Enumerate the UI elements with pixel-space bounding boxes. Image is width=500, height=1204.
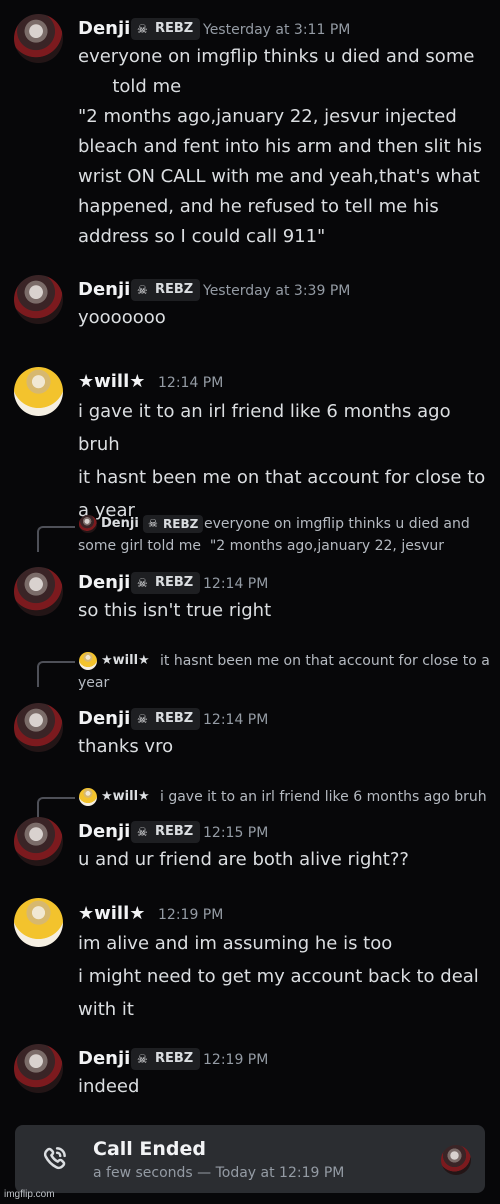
server-tag[interactable]: ☠ REBZ bbox=[131, 1048, 201, 1070]
timestamp[interactable]: 12:15 PM bbox=[203, 825, 268, 841]
username[interactable]: ★will★ bbox=[78, 903, 145, 924]
server-tag-label: REBZ bbox=[155, 282, 194, 297]
skull-icon: ☠ bbox=[137, 283, 148, 297]
reply-spine bbox=[37, 526, 75, 552]
avatar[interactable] bbox=[14, 703, 63, 752]
server-tag[interactable]: ☠ REBZ bbox=[131, 572, 201, 594]
reply-text[interactable]: it hasnt been me on that account for clo… bbox=[78, 650, 490, 694]
username[interactable]: Denji bbox=[78, 279, 130, 300]
message-text: everyone on imgflip thinks u died and so… bbox=[78, 46, 483, 247]
reply-spine bbox=[37, 797, 75, 817]
timestamp[interactable]: Yesterday at 3:39 PM bbox=[203, 283, 350, 299]
server-tag-label: REBZ bbox=[155, 21, 194, 36]
message-text: yooooooo bbox=[78, 307, 166, 328]
timestamp[interactable]: Yesterday at 3:11 PM bbox=[203, 22, 350, 38]
timestamp[interactable]: 12:19 PM bbox=[158, 907, 223, 923]
avatar[interactable] bbox=[14, 898, 63, 947]
skull-icon: ☠ bbox=[137, 1052, 148, 1066]
username[interactable]: Denji bbox=[78, 1048, 130, 1069]
reply-text[interactable]: i gave it to an irl friend like 6 months… bbox=[160, 786, 487, 808]
call-ended-card[interactable]: Call Ended a few seconds — Today at 12:1… bbox=[15, 1125, 485, 1193]
skull-icon: ☠ bbox=[137, 576, 148, 590]
skull-icon: ☠ bbox=[137, 825, 148, 839]
avatar[interactable] bbox=[14, 275, 63, 324]
server-tag[interactable]: ☠ REBZ bbox=[131, 821, 201, 843]
call-title: Call Ended bbox=[93, 1138, 206, 1160]
username[interactable]: Denji bbox=[78, 821, 130, 842]
avatar[interactable] bbox=[14, 567, 63, 616]
server-tag-label: REBZ bbox=[155, 1051, 194, 1066]
reply-spine bbox=[37, 661, 75, 687]
avatar[interactable] bbox=[14, 1044, 63, 1093]
skull-icon: ☠ bbox=[137, 22, 148, 36]
reply-text[interactable]: everyone on imgflip thinks u died and so… bbox=[78, 513, 470, 557]
timestamp[interactable]: 12:19 PM bbox=[203, 1052, 268, 1068]
timestamp[interactable]: 12:14 PM bbox=[203, 576, 268, 592]
message-text: indeed bbox=[78, 1076, 140, 1097]
username[interactable]: Denji bbox=[78, 572, 130, 593]
server-tag-label: REBZ bbox=[155, 575, 194, 590]
timestamp[interactable]: 12:14 PM bbox=[158, 375, 223, 391]
server-tag[interactable]: ☠ REBZ bbox=[131, 279, 201, 301]
watermark: imgflip.com bbox=[4, 1189, 55, 1200]
server-tag-label: REBZ bbox=[155, 711, 194, 726]
message-text: thanks vro bbox=[78, 736, 174, 757]
reply-username[interactable]: ★will★ bbox=[101, 789, 150, 804]
username[interactable]: Denji bbox=[78, 708, 130, 729]
message-text: u and ur friend are both alive right?? bbox=[78, 849, 409, 870]
timestamp[interactable]: 12:14 PM bbox=[203, 712, 268, 728]
skull-icon: ☠ bbox=[137, 712, 148, 726]
server-tag[interactable]: ☠ REBZ bbox=[131, 708, 201, 730]
phone-icon bbox=[39, 1144, 69, 1174]
server-tag[interactable]: ☠ REBZ bbox=[131, 18, 201, 40]
username[interactable]: ★will★ bbox=[78, 371, 145, 392]
server-tag-label: REBZ bbox=[155, 824, 194, 839]
avatar[interactable] bbox=[14, 14, 63, 63]
username[interactable]: Denji bbox=[78, 18, 130, 39]
call-subtitle: a few seconds — Today at 12:19 PM bbox=[93, 1165, 345, 1181]
call-participant-avatar[interactable] bbox=[441, 1145, 471, 1175]
message-text: so this isn't true right bbox=[78, 600, 272, 621]
avatar[interactable] bbox=[14, 817, 63, 866]
message-text: im alive and im assuming he is too i mig… bbox=[78, 933, 479, 1020]
message-text: i gave it to an irl friend like 6 months… bbox=[78, 401, 486, 521]
avatar[interactable] bbox=[14, 367, 63, 416]
reply-avatar[interactable] bbox=[79, 788, 97, 806]
